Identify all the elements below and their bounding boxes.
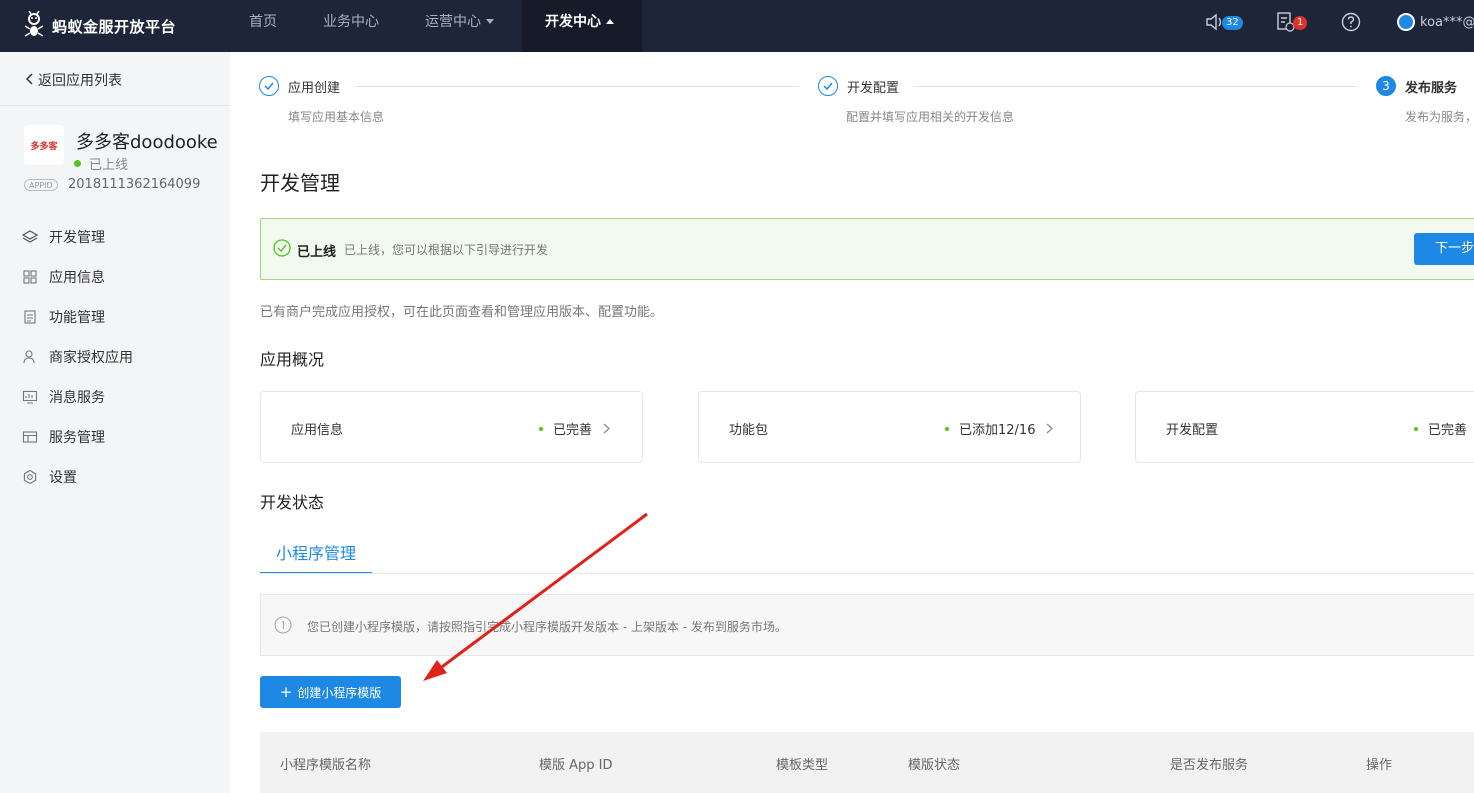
overview-title: 应用概况	[260, 350, 325, 369]
info-text: 您已创建小程序模版，请按照指引完成小程序模版开发版本 - 上架版本 - 发布到服…	[307, 620, 787, 634]
notifications-badge: 32	[1222, 16, 1243, 30]
divider	[0, 105, 230, 106]
success-alert: 已上线 已上线，您可以根据以下引导进行开发 下一步，	[260, 218, 1474, 280]
column-header: 操作	[1366, 758, 1393, 773]
chevron-down-icon	[486, 19, 494, 24]
intro-text: 已有商户完成应用授权，可在此页面查看和管理应用版本、配置功能。	[260, 305, 664, 320]
card-feature-package[interactable]: 功能包 已添加12/16	[698, 391, 1081, 463]
sidebar-item-dev-management[interactable]: 开发管理	[22, 225, 105, 249]
gear-icon	[22, 469, 38, 485]
chevron-left-icon	[25, 73, 34, 89]
sidebar-item-merchant-auth[interactable]: 商家授权应用	[22, 345, 133, 369]
chevron-right-icon	[603, 423, 610, 434]
alert-text: 已上线，您可以根据以下引导进行开发	[344, 243, 549, 257]
app-logo: 多多客	[24, 125, 64, 165]
step-dev-config: 开发配置	[818, 76, 899, 96]
card-dev-config[interactable]: 开发配置 已完善	[1135, 391, 1474, 463]
check-icon	[818, 76, 838, 96]
step-app-creation: 应用创建	[259, 76, 340, 96]
status-dot	[74, 160, 81, 167]
tab-mini-program-management[interactable]: 小程序管理	[260, 536, 372, 574]
notifications-button[interactable]: 32	[1205, 11, 1243, 33]
status-dot	[945, 426, 949, 431]
page-title: 开发管理	[260, 171, 340, 195]
column-header: 模版状态	[908, 758, 961, 773]
nav-home[interactable]: 首页	[249, 0, 277, 52]
document-icon	[22, 309, 38, 325]
plus-icon: +	[279, 683, 293, 701]
sidebar-item-settings[interactable]: 设置	[22, 465, 77, 489]
app-name: 多多客doodooke	[76, 132, 218, 153]
top-navigation-bar: 蚂蚁金服开放平台 首页 业务中心 运营中心 开发中心 32 1 koa***@	[0, 0, 1474, 52]
monitor-chart-icon	[22, 389, 38, 405]
app-status: 已上线	[74, 154, 128, 173]
sidebar-item-message-service[interactable]: 消息服务	[22, 385, 105, 409]
nav-dev-center[interactable]: 开发中心	[522, 0, 642, 52]
create-mini-program-template-button[interactable]: + 创建小程序模版	[260, 676, 401, 708]
back-to-app-list-link[interactable]: 返回应用列表	[25, 70, 122, 90]
sidebar-item-feature-management[interactable]: 功能管理	[22, 305, 105, 329]
tab-divider	[260, 573, 1474, 574]
layers-icon	[22, 229, 38, 245]
column-header: 小程序模版名称	[280, 758, 372, 773]
grid-icon	[22, 269, 38, 285]
step-desc: 发布为服务，	[1405, 110, 1474, 124]
main-content: 应用创建 填写应用基本信息 开发配置 配置并填写应用相关的开发信息 3 发布服务…	[230, 52, 1474, 793]
next-step-button[interactable]: 下一步，	[1414, 233, 1474, 265]
column-header: 模版 App ID	[539, 758, 613, 773]
step-connector	[914, 86, 1356, 87]
user-icon	[22, 349, 38, 365]
ant-logo-icon	[24, 11, 44, 37]
user-menu[interactable]: koa***@	[1397, 11, 1474, 33]
card-app-info[interactable]: 应用信息 已完善	[260, 391, 643, 463]
brand-name: 蚂蚁金服开放平台	[52, 17, 177, 36]
chevron-right-icon	[1047, 423, 1054, 434]
dev-status-title: 开发状态	[260, 493, 325, 512]
nav-operations-center[interactable]: 运营中心	[425, 0, 494, 52]
help-icon	[1341, 12, 1361, 32]
info-banner: 您已创建小程序模版，请按照指引完成小程序模版开发版本 - 上架版本 - 发布到服…	[260, 594, 1474, 656]
brand[interactable]: 蚂蚁金服开放平台	[22, 10, 176, 42]
sidebar: 返回应用列表 多多客 多多客doodooke 已上线 APPID 2018111…	[0, 52, 230, 793]
step-desc: 填写应用基本信息	[288, 110, 385, 124]
sidebar-item-app-info[interactable]: 应用信息	[22, 265, 105, 289]
user-name: koa***@	[1420, 14, 1474, 30]
nav-business-center[interactable]: 业务中心	[323, 0, 379, 52]
column-header: 是否发布服务	[1170, 758, 1249, 773]
info-icon	[274, 616, 292, 634]
alert-title: 已上线	[297, 245, 337, 260]
check-circle-icon	[273, 239, 291, 257]
help-button[interactable]	[1341, 11, 1361, 33]
status-dot	[539, 426, 543, 431]
table-header: 小程序模版名称 模版 App ID 模板类型 模版状态 是否发布服务 操作	[260, 732, 1474, 793]
check-icon	[259, 76, 279, 96]
card-status: 已完善	[1414, 419, 1467, 438]
step-publish-service: 3 发布服务	[1376, 76, 1457, 96]
status-dot	[1414, 426, 1418, 431]
avatar	[1397, 13, 1415, 31]
column-header: 模板类型	[776, 758, 829, 773]
tasks-badge: 1	[1293, 16, 1308, 30]
appid-value: 2018111362164099	[68, 177, 201, 192]
sidebar-item-service-management[interactable]: 服务管理	[22, 425, 105, 449]
chevron-up-icon	[606, 19, 614, 24]
card-status: 已完善	[539, 419, 610, 438]
step-connector	[355, 86, 799, 87]
step-desc: 配置并填写应用相关的开发信息	[846, 110, 1015, 124]
tasks-button[interactable]: 1	[1276, 11, 1308, 33]
card-status: 已添加12/16	[945, 419, 1054, 438]
appid-tag: APPID	[24, 179, 58, 191]
step-number: 3	[1376, 76, 1396, 96]
table-icon	[22, 429, 38, 445]
